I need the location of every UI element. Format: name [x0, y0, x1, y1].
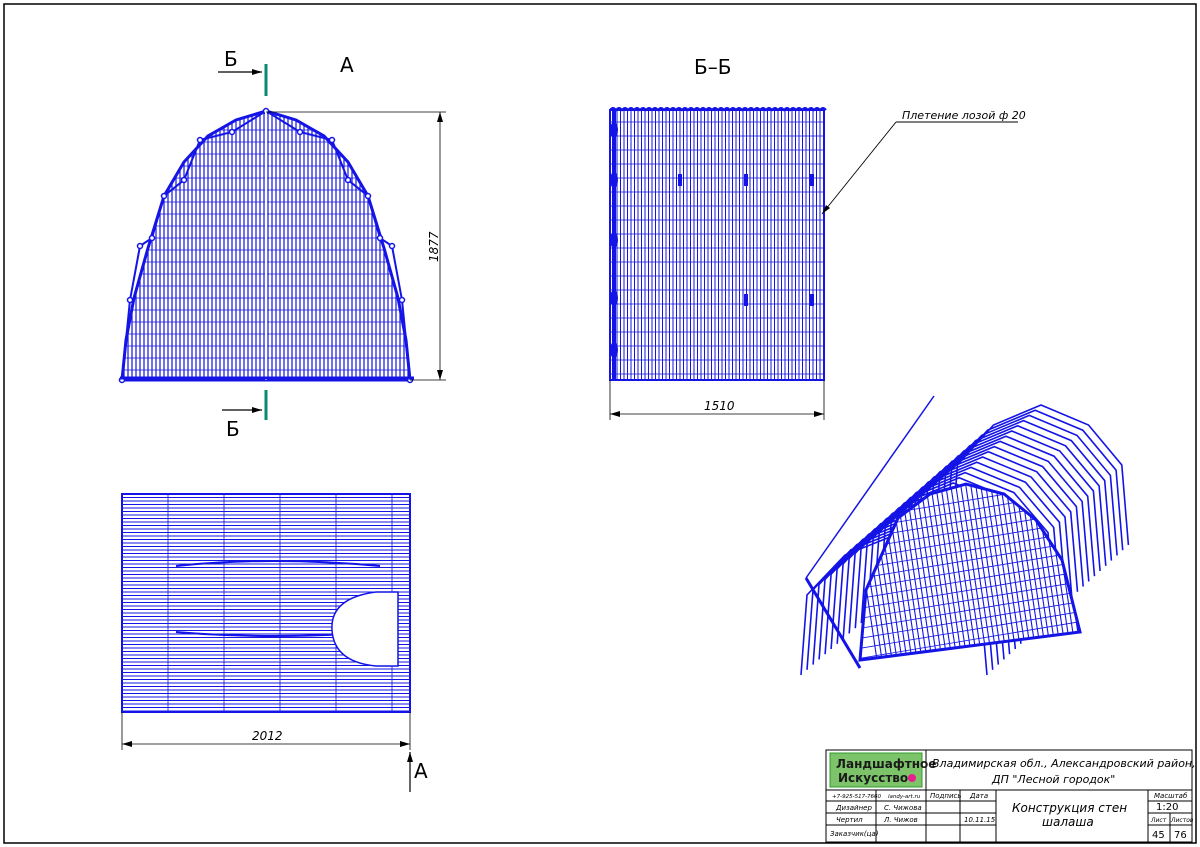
logo-line1: Ландшафтное: [836, 757, 936, 771]
logo-dot: [908, 774, 916, 782]
isometric-view: [800, 395, 1130, 676]
front-view: [118, 107, 414, 384]
company-phone: +7-925-517-7660: [832, 794, 882, 800]
drawing-title-line1: Конструкция стен: [1012, 801, 1127, 815]
role-drafter: Чертил: [836, 816, 863, 824]
name-drafter: Л. Чижов: [883, 816, 918, 824]
dimension-width-section-label: 1510: [704, 399, 735, 413]
dimension-height-label: 1877: [427, 231, 441, 262]
section-arrow-bottom: [222, 390, 268, 420]
sheets-header: Листов: [1170, 817, 1194, 824]
sheets-total: 76: [1174, 830, 1187, 841]
name-designer: С. Чижова: [884, 804, 922, 812]
view-label-side-arrow: А: [414, 759, 428, 783]
section-mark-top: Б: [224, 47, 238, 71]
sign-header: Подпись: [930, 792, 962, 800]
address-line1: Владимирская обл., Александровский район…: [932, 757, 1196, 770]
view-label-front: А: [340, 53, 354, 77]
view-arrow-a: [407, 752, 413, 792]
sheet-header: Лист: [1150, 817, 1167, 824]
dimension-width-side-label: 2012: [252, 729, 283, 743]
role-client: Заказчик(ца): [830, 830, 879, 838]
role-designer: Дизайнер: [835, 804, 872, 812]
leader-line: [821, 121, 1018, 215]
date-drafter: 10.11.15: [964, 816, 996, 824]
scale-value: 1:20: [1156, 802, 1178, 813]
leader-note: Плетение лозой ф 20: [902, 109, 1026, 122]
logo-line2: Искусство: [838, 771, 908, 785]
section-view: [609, 107, 827, 381]
section-mark-bottom: Б: [226, 417, 240, 441]
drawing-sheet: А Б Б 1877 Б–Б Плетение лозой ф 20 1510: [3, 3, 1197, 844]
date-header: Дата: [969, 792, 988, 800]
sheet-number: 45: [1152, 830, 1165, 841]
drawing-title-line2: шалаша: [1042, 815, 1094, 829]
company-logo: Ландшафтное Искусство: [829, 752, 936, 788]
address-line2: ДП "Лесной городок": [991, 773, 1115, 786]
side-view: [121, 493, 411, 713]
scale-header: Масштаб: [1154, 792, 1188, 800]
company-site: landy-art.ru: [888, 794, 921, 800]
view-label-section: Б–Б: [694, 55, 731, 79]
